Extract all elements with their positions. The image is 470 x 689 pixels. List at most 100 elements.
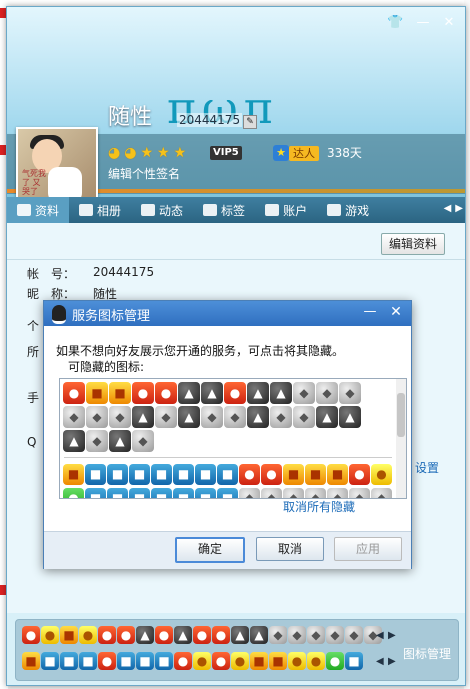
service-icon[interactable]: ● bbox=[63, 382, 85, 404]
icon-manager-link[interactable]: 图标管理 bbox=[403, 645, 451, 662]
service-icon[interactable]: ■ bbox=[129, 488, 150, 498]
service-icon[interactable]: ● bbox=[132, 382, 154, 404]
service-icon[interactable]: ■ bbox=[345, 652, 363, 670]
tab-games[interactable]: 游戏 bbox=[317, 197, 379, 223]
tab-profile[interactable]: 资料 bbox=[7, 197, 70, 223]
edit-profile-button[interactable]: 编辑资料 bbox=[381, 233, 445, 255]
tab-feed[interactable]: 动态 bbox=[131, 197, 193, 223]
service-icon[interactable]: ■ bbox=[283, 464, 304, 485]
service-icon[interactable]: ■ bbox=[41, 652, 59, 670]
service-icon[interactable]: ■ bbox=[107, 488, 128, 498]
cancel-button[interactable]: 取消 bbox=[256, 537, 324, 561]
service-icon[interactable]: ▲ bbox=[247, 382, 269, 404]
service-icon[interactable]: ◆ bbox=[293, 382, 315, 404]
service-icon[interactable]: ◆ bbox=[339, 382, 361, 404]
service-icon[interactable]: ■ bbox=[217, 488, 238, 498]
chevron-right-icon[interactable]: ▶ bbox=[388, 656, 396, 667]
service-icon[interactable]: ▲ bbox=[316, 406, 338, 428]
settings-link[interactable]: 设置 bbox=[415, 459, 439, 476]
service-icon[interactable]: ◆ bbox=[109, 406, 131, 428]
service-icon[interactable]: ◆ bbox=[345, 626, 363, 644]
tab-album[interactable]: 相册 bbox=[69, 197, 131, 223]
service-icon[interactable]: ■ bbox=[136, 652, 154, 670]
service-icon[interactable]: ● bbox=[288, 652, 306, 670]
service-icon[interactable]: ● bbox=[371, 464, 392, 485]
service-icon[interactable]: ● bbox=[63, 488, 84, 498]
service-icon[interactable]: ◆ bbox=[326, 626, 344, 644]
service-icon[interactable]: ■ bbox=[327, 464, 348, 485]
chevron-left-icon[interactable]: ◀ bbox=[376, 656, 384, 667]
apply-button[interactable]: 应用 bbox=[334, 537, 402, 561]
service-icon[interactable]: ● bbox=[98, 626, 116, 644]
service-icon[interactable]: ■ bbox=[22, 652, 40, 670]
service-icon[interactable]: ◆ bbox=[307, 626, 325, 644]
service-icon[interactable]: ● bbox=[22, 626, 40, 644]
service-icon[interactable]: ● bbox=[174, 652, 192, 670]
service-icon[interactable]: ● bbox=[212, 652, 230, 670]
scrollbar-thumb[interactable] bbox=[397, 393, 405, 437]
service-icon[interactable]: ◆ bbox=[269, 626, 287, 644]
dialog-minimize-button[interactable]: — bbox=[362, 304, 378, 319]
service-icon[interactable]: ■ bbox=[269, 652, 287, 670]
service-icon[interactable]: ▲ bbox=[136, 626, 154, 644]
service-icon[interactable]: ▲ bbox=[339, 406, 361, 428]
chevron-left-icon[interactable]: ◀ bbox=[376, 630, 384, 641]
service-icon[interactable]: ◆ bbox=[261, 488, 282, 498]
service-icon[interactable]: ● bbox=[79, 626, 97, 644]
service-icon[interactable]: ◆ bbox=[201, 406, 223, 428]
service-icon[interactable]: ■ bbox=[60, 626, 78, 644]
minimize-button[interactable]: — bbox=[415, 15, 431, 31]
service-icon[interactable]: ■ bbox=[63, 464, 84, 485]
service-icon[interactable]: ● bbox=[155, 382, 177, 404]
service-icon[interactable]: ● bbox=[349, 464, 370, 485]
service-icon[interactable]: ▲ bbox=[174, 626, 192, 644]
service-icon[interactable]: ■ bbox=[129, 464, 150, 485]
service-icon[interactable]: ▲ bbox=[178, 406, 200, 428]
service-icon[interactable]: ◆ bbox=[86, 430, 108, 452]
chevron-right-icon[interactable]: ▶ bbox=[388, 630, 396, 641]
service-icon[interactable]: ■ bbox=[173, 488, 194, 498]
service-icon[interactable]: ◆ bbox=[132, 430, 154, 452]
skin-icon[interactable]: 👕 bbox=[387, 15, 403, 31]
tab-tags[interactable]: 标签 bbox=[193, 197, 255, 223]
unhide-all-link[interactable]: 取消所有隐藏 bbox=[283, 498, 355, 515]
signature-field[interactable]: 编辑个性签名 bbox=[108, 165, 180, 182]
service-icon[interactable]: ■ bbox=[79, 652, 97, 670]
service-icon[interactable]: ■ bbox=[85, 488, 106, 498]
service-icon[interactable]: ■ bbox=[195, 488, 216, 498]
chevron-right-icon[interactable]: ▶ bbox=[455, 203, 463, 214]
service-icon[interactable]: ● bbox=[307, 652, 325, 670]
vip-badge[interactable]: VIP5 bbox=[210, 146, 242, 160]
service-icon[interactable]: ■ bbox=[155, 652, 173, 670]
service-icon[interactable]: ▲ bbox=[63, 430, 85, 452]
dialog-titlebar[interactable]: 服务图标管理 — ✕ bbox=[44, 301, 411, 326]
service-icon[interactable]: ● bbox=[193, 652, 211, 670]
service-icon[interactable]: ◆ bbox=[86, 406, 108, 428]
service-icon[interactable]: ▲ bbox=[178, 382, 200, 404]
service-icon[interactable]: ◆ bbox=[371, 488, 392, 498]
tab-account[interactable]: 账户 bbox=[255, 197, 317, 223]
service-icon[interactable]: ● bbox=[155, 626, 173, 644]
service-icon[interactable]: ■ bbox=[60, 652, 78, 670]
service-icon[interactable]: ▲ bbox=[231, 626, 249, 644]
service-icon[interactable]: ● bbox=[231, 652, 249, 670]
service-icon[interactable]: ▲ bbox=[132, 406, 154, 428]
daren-badge[interactable]: 达人 bbox=[289, 146, 319, 161]
service-icon[interactable]: ◆ bbox=[316, 382, 338, 404]
service-icon[interactable]: ◆ bbox=[155, 406, 177, 428]
service-icon[interactable]: ● bbox=[261, 464, 282, 485]
service-icon[interactable]: ◆ bbox=[63, 406, 85, 428]
service-icon[interactable]: ◆ bbox=[224, 406, 246, 428]
service-icon[interactable]: ◆ bbox=[288, 626, 306, 644]
service-icon[interactable]: ■ bbox=[151, 488, 172, 498]
dialog-close-button[interactable]: ✕ bbox=[388, 304, 404, 320]
service-icon[interactable]: ▲ bbox=[109, 430, 131, 452]
service-icon[interactable]: ■ bbox=[250, 652, 268, 670]
service-icon[interactable]: ● bbox=[224, 382, 246, 404]
service-icon[interactable]: ■ bbox=[85, 464, 106, 485]
service-icon[interactable]: ■ bbox=[217, 464, 238, 485]
service-icon[interactable]: ■ bbox=[107, 464, 128, 485]
service-icon[interactable]: ● bbox=[117, 626, 135, 644]
service-icon[interactable]: ▲ bbox=[270, 382, 292, 404]
close-button[interactable]: ✕ bbox=[441, 15, 457, 31]
